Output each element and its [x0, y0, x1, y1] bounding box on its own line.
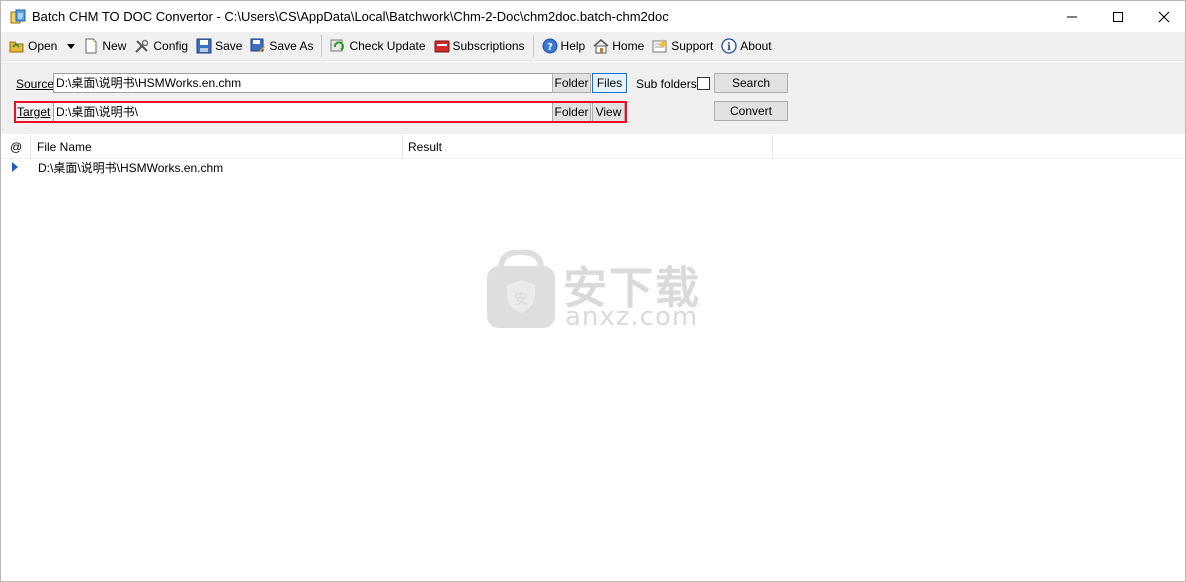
table-row[interactable]: D:\桌面\说明书\HSMWorks.en.chm [1, 159, 1185, 177]
subscriptions-button[interactable]: Subscriptions [430, 34, 529, 58]
minimize-icon [1067, 16, 1077, 17]
support-button[interactable]: Support [648, 34, 717, 58]
help-label: Help [560, 39, 586, 53]
toolbar-separator [321, 35, 323, 57]
config-label: Config [153, 39, 189, 53]
support-icon [652, 39, 668, 53]
subscriptions-label: Subscriptions [452, 39, 525, 53]
row-file-name: D:\桌面\说明书\HSMWorks.en.chm [38, 161, 224, 175]
target-highlight-box [14, 101, 627, 123]
help-button[interactable]: ? Help [538, 34, 590, 58]
info-icon: i [721, 38, 737, 54]
open-label: Open [28, 39, 58, 53]
watermark-badge-text: 安 [514, 292, 528, 308]
source-label-text: Source [16, 77, 55, 91]
window-controls [1049, 1, 1185, 32]
maximize-button[interactable] [1095, 1, 1141, 32]
close-button[interactable] [1141, 1, 1185, 32]
row-indicator-icon [12, 162, 18, 172]
help-icon: ? [542, 38, 558, 54]
update-icon [330, 39, 345, 52]
save-label: Save [215, 39, 243, 53]
open-dropdown-icon[interactable] [67, 43, 76, 49]
new-button[interactable]: New [79, 34, 130, 58]
app-window: Batch CHM TO DOC Convertor - C:\Users\CS… [0, 0, 1186, 582]
config-button[interactable]: Config [130, 34, 192, 58]
cart-icon [434, 40, 449, 53]
svg-text:?: ? [547, 42, 553, 53]
shield-bag-icon: 安 [487, 250, 555, 328]
convert-button[interactable]: Convert [714, 101, 788, 121]
subfolders-checkbox[interactable] [697, 77, 710, 90]
maximize-icon [1113, 11, 1123, 22]
save-as-button[interactable]: Save As [246, 34, 317, 58]
toolbar: Open New Config Save Save As Check Updat… [1, 32, 1185, 61]
source-path-input[interactable]: D:\桌面\说明书\HSMWorks.en.chm [53, 73, 553, 93]
toolbar-separator [532, 35, 534, 57]
check-update-button[interactable]: Check Update [326, 34, 429, 58]
close-icon [1158, 11, 1170, 22]
new-file-icon [85, 38, 97, 54]
watermark-en-text: anxz.com [565, 302, 699, 332]
open-folder-icon [9, 41, 24, 53]
column-header-at[interactable]: @ [5, 135, 31, 159]
minimize-button[interactable] [1049, 1, 1095, 32]
open-button[interactable]: Open [5, 34, 79, 58]
home-label: Home [612, 39, 645, 53]
search-button[interactable]: Search [714, 73, 788, 93]
save-disk-icon [196, 38, 212, 54]
about-button[interactable]: i About [717, 34, 775, 58]
source-files-button[interactable]: Files [592, 73, 627, 93]
svg-text:i: i [727, 42, 731, 53]
tools-icon [135, 39, 149, 53]
save-button[interactable]: Save [192, 34, 246, 58]
file-list-header: @ File Name Result [1, 135, 1185, 159]
support-label: Support [671, 39, 714, 53]
column-header-file-name[interactable]: File Name [32, 135, 403, 159]
subfolders-label: Sub folders [636, 77, 697, 91]
save-as-icon [250, 38, 266, 52]
window-title: Batch CHM TO DOC Convertor - C:\Users\CS… [32, 9, 669, 24]
save-as-label: Save As [269, 39, 314, 53]
source-label: Source [16, 77, 54, 91]
home-button[interactable]: Home [589, 34, 648, 58]
about-label: About [740, 39, 772, 53]
title-bar: Batch CHM TO DOC Convertor - C:\Users\CS… [1, 1, 1185, 32]
new-label: New [102, 39, 127, 53]
app-icon [10, 9, 26, 25]
column-header-result[interactable]: Result [403, 135, 773, 159]
watermark: 安 安下载 anxz.com [485, 250, 705, 332]
check-update-label: Check Update [349, 39, 426, 53]
options-panel: Source D:\桌面\说明书\HSMWorks.en.chm Folder … [1, 62, 1185, 134]
source-folder-button[interactable]: Folder [552, 73, 591, 93]
home-icon [593, 39, 609, 54]
